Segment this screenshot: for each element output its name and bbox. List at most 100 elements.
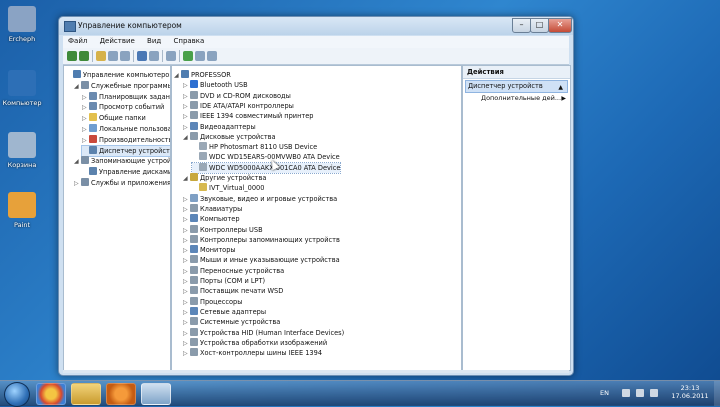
menu-action[interactable]: Действие xyxy=(95,36,140,46)
device-tree-item[interactable]: ▷ DVD и CD-ROM дисководы xyxy=(183,90,291,101)
close-button[interactable]: ✕ xyxy=(548,18,572,33)
device-tree-item[interactable]: ▷ IDE ATA/ATAPI контроллеры xyxy=(183,100,294,111)
console-tree-item[interactable]: ▷ Локальные пользовате xyxy=(82,124,170,135)
menu-help[interactable]: Справка xyxy=(168,36,209,46)
console-tree-label: Службы и приложения xyxy=(91,179,171,187)
device-category-icon xyxy=(89,124,97,132)
device-tree-item[interactable]: ▷ Переносные устройства xyxy=(183,265,284,276)
device-tree-item[interactable]: ▷ Компьютер xyxy=(183,214,240,224)
device-tree-item[interactable]: ▷ Контроллеры USB xyxy=(183,224,263,235)
expand-toggle-icon[interactable]: ▷ xyxy=(82,93,89,103)
uninstall-device-icon[interactable] xyxy=(207,51,217,61)
device-tree-item[interactable]: IVT_Virtual_0000 xyxy=(192,183,264,193)
update-driver-icon[interactable] xyxy=(183,51,193,61)
expand-toggle-icon[interactable]: ▷ xyxy=(82,114,89,124)
disable-device-icon[interactable] xyxy=(195,51,205,61)
minimize-button[interactable]: – xyxy=(512,18,531,33)
start-button[interactable] xyxy=(4,382,30,407)
device-tree-item[interactable]: ◢ Другие устройства xyxy=(183,173,266,183)
help-icon[interactable] xyxy=(137,51,147,61)
console-tree-item[interactable]: ◢ Запоминающие устройст xyxy=(74,156,170,167)
actions-device-manager[interactable]: Диспетчер устройств ▲ xyxy=(465,80,568,93)
expand-toggle-icon[interactable]: ▷ xyxy=(82,125,89,135)
expand-toggle-icon[interactable]: ▷ xyxy=(82,103,89,113)
submenu-arrow-icon[interactable]: ▶ xyxy=(561,95,566,102)
expand-toggle-icon[interactable]: ◢ xyxy=(74,157,81,167)
device-tree-item[interactable]: ▷ Поставщик печати WSD xyxy=(183,286,283,296)
forward-icon[interactable] xyxy=(79,51,89,61)
menu-file[interactable]: Файл xyxy=(63,36,92,46)
device-tree-item[interactable]: ▷ Bluetooth USB xyxy=(183,80,248,90)
device-tree-item[interactable]: ▷ Процессоры xyxy=(183,296,242,307)
device-tree-item[interactable]: ▷ Мониторы xyxy=(183,245,236,255)
console-tree-item[interactable]: Управление дисками xyxy=(82,167,170,177)
device-tree-label: PROFESSOR xyxy=(191,71,231,79)
device-tree-item[interactable]: ▷ IEEE 1394 совместимый принтер xyxy=(183,111,313,121)
expand-toggle-icon[interactable]: ▷ xyxy=(183,349,190,359)
device-tree-item[interactable]: HP Photosmart 8110 USB Device xyxy=(192,142,317,152)
device-tree-item[interactable]: WDC WD5000AAKX-001CA0 ATA Device xyxy=(190,161,342,174)
console-tree-item[interactable]: ▷ Службы и приложения xyxy=(74,178,171,189)
console-tree-item[interactable]: Диспетчер устройств xyxy=(81,144,170,157)
desktop-item-icon xyxy=(8,132,36,158)
device-tree-item[interactable]: ▷ Устройства HID (Human Interface Devices… xyxy=(183,327,344,338)
desktop-icon-2[interactable]: Корзина xyxy=(2,132,42,169)
desktop-icon-1[interactable]: Компьютер xyxy=(2,70,42,107)
show-desktop-button[interactable] xyxy=(714,381,720,406)
device-category-icon xyxy=(81,80,89,89)
back-icon[interactable] xyxy=(67,51,77,61)
console-tree-item[interactable]: ▷ Общие папки xyxy=(82,113,146,123)
desktop-icon-3[interactable]: Paint xyxy=(2,192,42,229)
properties-icon[interactable] xyxy=(120,51,130,61)
chrome-icon[interactable] xyxy=(36,383,66,405)
device-tree-item[interactable]: WDC WD15EARS-00MVWB0 ATA Device xyxy=(192,152,340,162)
device-tree-label: Системные устройства xyxy=(200,318,281,327)
device-category-icon xyxy=(190,255,198,264)
action-pane-icon[interactable] xyxy=(149,51,159,61)
device-tree-item[interactable]: ▷ Контроллеры запоминающих устройств xyxy=(183,234,340,245)
console-tree-item[interactable]: Управление компьютером (л xyxy=(66,70,170,80)
expand-toggle-icon[interactable]: ▷ xyxy=(82,136,89,146)
expand-toggle-icon[interactable]: ◢ xyxy=(74,82,81,92)
toolbar-separator xyxy=(133,50,134,62)
console-tree-item[interactable]: ◢ Служебные программы xyxy=(74,80,170,92)
title-bar[interactable]: Управление компьютером – □ ✕ xyxy=(59,17,573,35)
toolbar-separator xyxy=(162,50,163,62)
menu-view[interactable]: Вид xyxy=(142,36,166,46)
device-tree-item[interactable]: ▷ Сетевые адаптеры xyxy=(183,306,266,317)
device-tree-item[interactable]: ▷ Системные устройства xyxy=(183,317,280,327)
device-tree-item[interactable]: ▷ Звуковые, видео и игровые устройства xyxy=(183,193,337,204)
device-tree-item[interactable]: ◢ PROFESSOR xyxy=(174,70,231,80)
device-tree-item[interactable]: ▷ Хост-контроллеры шины IEEE 1394 xyxy=(183,348,322,358)
console-tree-item[interactable]: ▷ Просмотр событий xyxy=(82,102,164,112)
device-tree-item[interactable]: ▷ Порты (COM и LPT) xyxy=(183,276,265,286)
more-actions[interactable]: Дополнительные дей... xyxy=(481,94,561,102)
expand-toggle-icon[interactable]: ▷ xyxy=(74,179,81,189)
device-tree-item[interactable]: ▷ Мыши и иные указывающие устройства xyxy=(183,255,340,265)
clock[interactable]: 23:13 17.06.2011 xyxy=(670,384,710,400)
volume-icon[interactable] xyxy=(650,389,658,397)
language-indicator[interactable]: EN xyxy=(600,389,609,397)
network-icon[interactable] xyxy=(636,389,644,397)
scan-hardware-icon[interactable] xyxy=(166,51,176,61)
show-hide-tree-icon[interactable] xyxy=(108,51,118,61)
device-tree-item[interactable]: ◢ Дисковые устройства xyxy=(183,131,276,143)
console-tree-item[interactable]: ▷ Производительность xyxy=(82,134,170,146)
expand-toggle-icon[interactable]: ◢ xyxy=(183,133,190,143)
device-tree-item[interactable]: ▷ Устройства обработки изображений xyxy=(183,337,327,348)
collapse-arrow-icon[interactable]: ▲ xyxy=(558,82,563,93)
media-player-icon[interactable] xyxy=(106,383,136,405)
expand-toggle-icon[interactable]: ◢ xyxy=(174,71,181,81)
device-tree-item[interactable]: ▷ Клавиатуры xyxy=(183,203,242,214)
device-category-icon xyxy=(89,102,97,111)
up-folder-icon[interactable] xyxy=(96,51,106,61)
console-tree-item[interactable]: ▷ Планировщик задани xyxy=(82,91,170,103)
device-category-icon xyxy=(89,91,97,100)
explorer-icon[interactable] xyxy=(71,383,101,405)
flag-icon[interactable] xyxy=(622,389,630,397)
maximize-button[interactable]: □ xyxy=(530,18,549,33)
expand-toggle-icon[interactable]: ◢ xyxy=(183,174,190,184)
device-tree-item[interactable]: ▷ Видеоадаптеры xyxy=(183,121,256,132)
computer-management-task-icon[interactable] xyxy=(141,383,171,405)
desktop-icon-0[interactable]: Ercheph xyxy=(2,6,42,43)
